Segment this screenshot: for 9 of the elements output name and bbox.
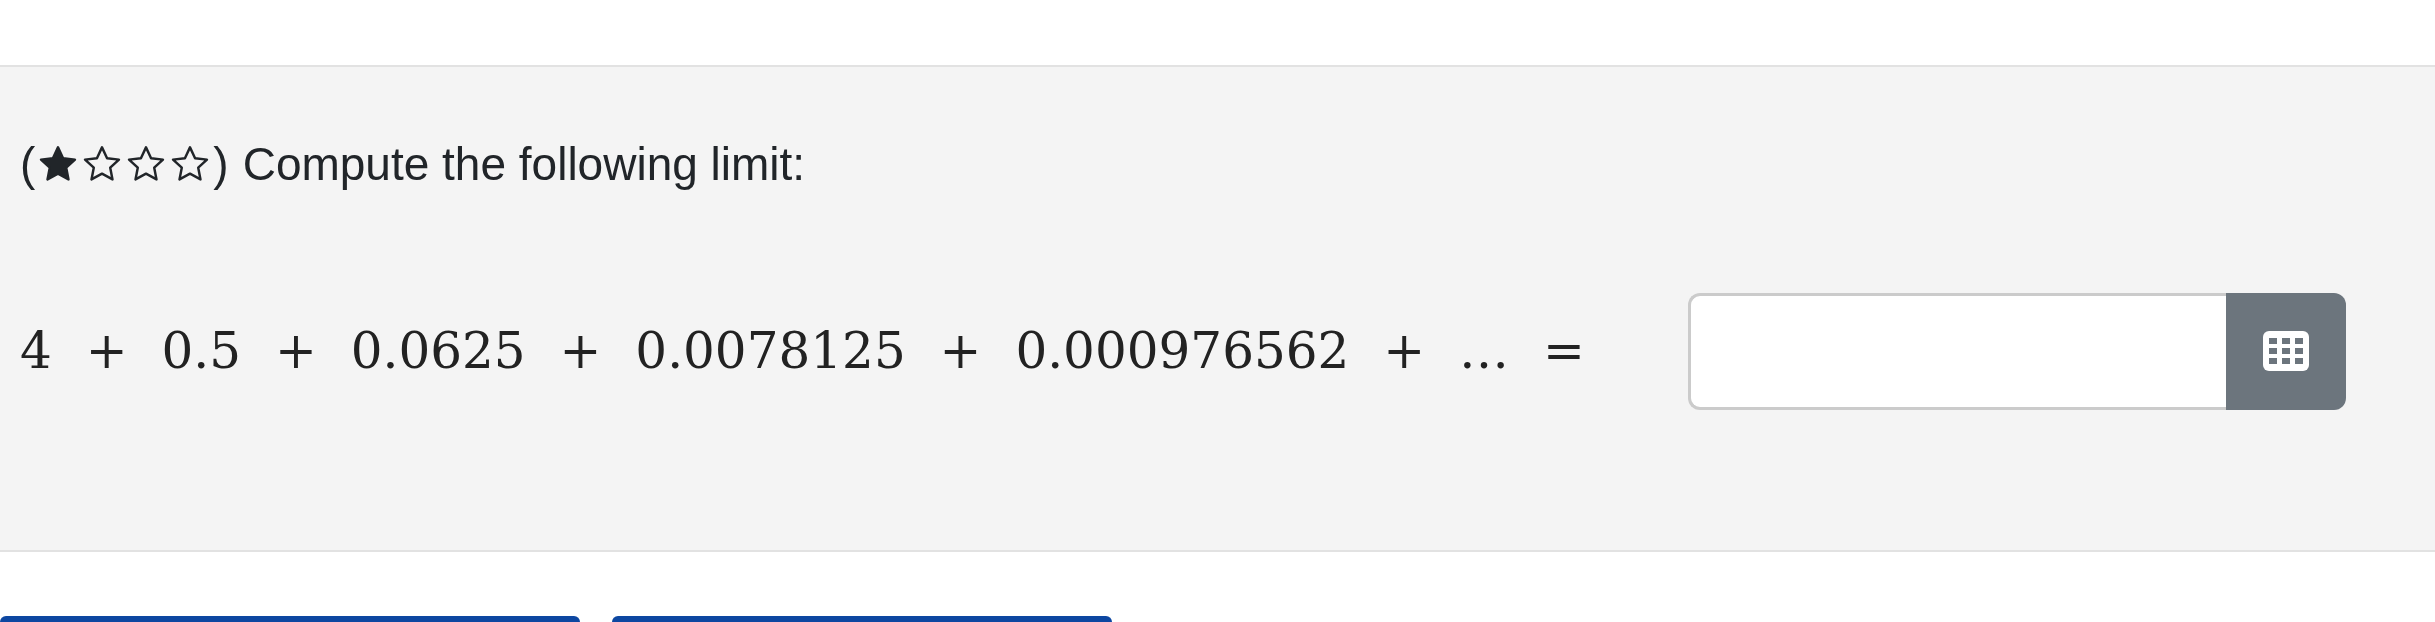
answer-field[interactable] <box>1688 292 2226 410</box>
keypad-button[interactable] <box>2226 292 2346 410</box>
bracket: ) <box>213 137 229 191</box>
keypad-icon <box>2263 331 2309 371</box>
footer-button[interactable] <box>612 616 1112 622</box>
footer-button[interactable] <box>0 616 580 622</box>
math-expression: 4 + 0.5 + 0.0625 + 0.0078125 + 0.000976562 + … = <box>20 322 1586 380</box>
question-prompt: Compute the following limit: <box>242 137 806 191</box>
bracket: ( <box>20 137 36 191</box>
